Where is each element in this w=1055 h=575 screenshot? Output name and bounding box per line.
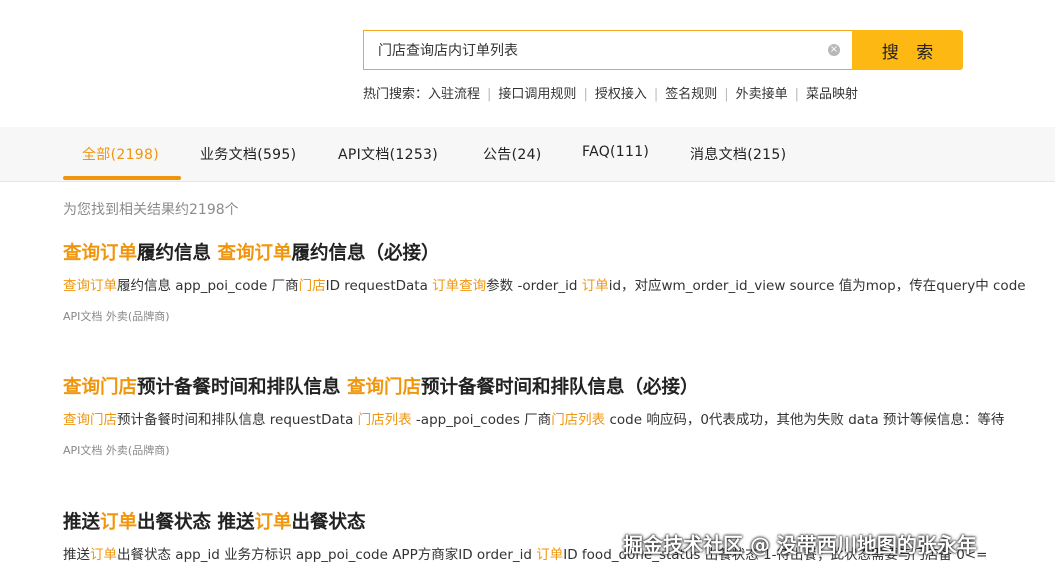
hot-search-item[interactable]: 外卖接单 — [736, 87, 788, 102]
snippet-segment: 订单 — [536, 547, 564, 563]
hot-search-item[interactable]: 入驻流程 — [428, 87, 480, 102]
tab-faq[interactable]: FAQ(111) — [582, 144, 649, 160]
snippet-segment: 出餐状态 app_id 业务方标识 app_poi_code APP方商家ID … — [117, 547, 537, 563]
hot-separator: | — [583, 87, 588, 102]
title-segment: 订单 — [254, 512, 292, 533]
result-title[interactable]: 查询订单履约信息 查询订单履约信息（必接） — [63, 242, 1055, 266]
hot-search-item[interactable]: 签名规则 — [665, 87, 717, 102]
result-item: 查询订单履约信息 查询订单履约信息（必接） 查询订单履约信息 app_poi_c… — [63, 242, 1055, 324]
title-segment: 查询订单 — [63, 243, 138, 264]
title-segment: 推送 — [63, 512, 101, 533]
result-meta: API文档 外卖(品牌商) — [63, 444, 170, 457]
hot-separator: | — [724, 87, 729, 102]
hot-search-item[interactable]: 授权接入 — [595, 87, 647, 102]
tab-message-docs[interactable]: 消息文档(215) — [690, 144, 786, 164]
result-meta: API文档 外卖(品牌商) — [63, 310, 170, 323]
snippet-segment: 推送 — [63, 547, 90, 563]
snippet-segment: 参数 -order_id — [486, 278, 582, 294]
title-segment: 查询门店 — [346, 377, 421, 398]
snippet-segment: 预计备餐时间和排队信息 requestData — [117, 412, 358, 428]
search-box: × — [363, 30, 852, 70]
search-button[interactable]: 搜 索 — [852, 30, 963, 70]
watermark: 掘金技术社区 @ 没带西川地图的张永年 — [623, 533, 977, 557]
tab-bar: 全部(2198) 业务文档(595) API文档(1253) 公告(24) FA… — [0, 127, 1055, 182]
tab-all[interactable]: 全部(2198) — [82, 144, 159, 164]
title-segment: 履约信息 — [137, 243, 218, 264]
title-segment: 订单 — [100, 512, 138, 533]
snippet-segment: code 响应码，0代表成功，其他为失败 data 预计等候信息：等待 — [605, 412, 1005, 428]
hot-separator: | — [794, 87, 800, 102]
snippet-segment: 门店列表 — [551, 412, 606, 428]
active-tab-indicator — [63, 176, 181, 180]
snippet-segment: -app_poi_codes 厂商 — [411, 412, 552, 428]
hot-search-item[interactable]: 接口调用规则 — [498, 87, 576, 102]
clear-icon[interactable]: × — [828, 44, 840, 56]
result-count: 为您找到相关结果约2198个 — [63, 202, 239, 218]
snippet-segment: 门店 — [298, 278, 326, 294]
search-input[interactable] — [378, 31, 818, 69]
search-bar: × 搜 索 — [363, 30, 963, 70]
snippet-segment: 门店列表 — [357, 412, 412, 428]
title-segment: 预计备餐时间和排队信息（必接） — [420, 377, 699, 398]
snippet-segment: 查询订单 — [63, 278, 117, 294]
hot-separator: | — [653, 87, 659, 102]
tab-business-docs[interactable]: 业务文档(595) — [200, 144, 296, 164]
title-segment: 预计备餐时间和排队信息 — [137, 377, 347, 398]
result-title[interactable]: 查询门店预计备餐时间和排队信息 查询门店预计备餐时间和排队信息（必接） — [63, 376, 1055, 400]
title-segment: 出餐状态 — [291, 512, 366, 533]
snippet-segment: 订单查询 — [432, 278, 487, 294]
hot-search: 热门搜索：入驻流程 | 接口调用规则 | 授权接入 | 签名规则 | 外卖接单 | 菜品映射 — [363, 83, 858, 102]
result-item: 查询门店预计备餐时间和排队信息 查询门店预计备餐时间和排队信息（必接） 查询门店… — [63, 376, 1055, 458]
title-segment: 查询订单 — [217, 243, 292, 264]
hot-search-label: 热门搜索： — [363, 87, 429, 102]
title-segment: 履约信息（必接） — [291, 243, 440, 264]
snippet-segment: ID requestData — [325, 278, 433, 294]
title-segment: 出餐状态 推送 — [137, 512, 255, 533]
tab-announcements[interactable]: 公告(24) — [483, 144, 542, 164]
tab-api-docs[interactable]: API文档(1253) — [338, 144, 438, 164]
snippet-segment: id，对应wm_order_id_view source 值为mop，传在que… — [608, 278, 1026, 294]
snippet-segment: 履约信息 app_poi_code 厂商 — [117, 278, 299, 294]
snippet-segment: 查询门店 — [63, 412, 117, 428]
title-segment: 查询门店 — [63, 377, 138, 398]
result-snippet: 查询订单履约信息 app_poi_code 厂商门店ID requestData… — [63, 276, 1055, 296]
snippet-segment: 订单 — [581, 278, 609, 294]
hot-separator: | — [487, 87, 492, 102]
result-snippet: 查询门店预计备餐时间和排队信息 requestData 门店列表 -app_po… — [63, 410, 1055, 430]
snippet-segment: 订单 — [90, 547, 117, 563]
hot-search-item[interactable]: 菜品映射 — [806, 87, 858, 102]
